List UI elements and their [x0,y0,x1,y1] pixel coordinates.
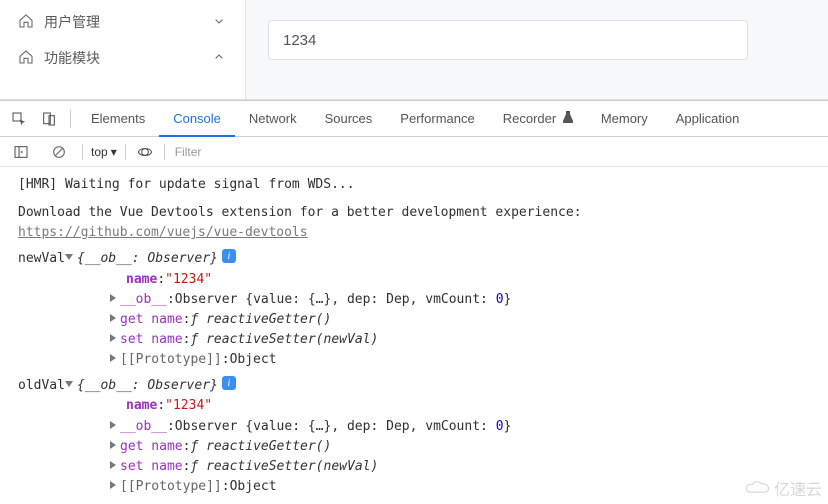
main-pane [245,0,828,99]
sidebar-item-users[interactable]: 用户管理 [0,4,245,40]
console-toolbar: top ▾ [0,137,828,167]
disclosure-triangle-icon[interactable] [110,354,116,362]
log-line: [HMR] Waiting for update signal from WDS… [18,175,810,195]
console-object: oldVal {__ob__: Observer}iname: "1234"__… [18,376,810,497]
object-property[interactable]: get name: ƒ reactiveGetter() [18,437,810,457]
tab-network[interactable]: Network [235,101,311,137]
object-header[interactable]: oldVal {__ob__: Observer}i [18,376,810,396]
sidebar-item-label: 功能模块 [44,48,211,68]
object-property[interactable]: [[Prototype]]: Object [18,477,810,497]
home-icon [18,49,34,68]
object-property[interactable]: set name: ƒ reactiveSetter(newVal) [18,457,810,477]
disclosure-triangle-icon[interactable] [110,314,116,322]
name-input[interactable] [268,20,748,60]
devtools-panel: Elements Console Network Sources Perform… [0,100,828,504]
sidebar-item-label: 用户管理 [44,12,211,32]
tab-elements[interactable]: Elements [77,101,159,137]
object-property[interactable]: __ob__: Observer {value: {…}, dep: Dep, … [18,290,810,310]
object-property[interactable]: get name: ƒ reactiveGetter() [18,310,810,330]
object-property[interactable]: name: "1234" [18,270,810,290]
object-property[interactable]: __ob__: Observer {value: {…}, dep: Dep, … [18,417,810,437]
devtools-tabbar: Elements Console Network Sources Perform… [0,101,828,137]
chevron-down-icon [211,13,227,32]
tab-label: Recorder [503,111,556,126]
separator [125,144,126,160]
device-toolbar-icon[interactable] [34,104,64,134]
context-selector[interactable]: top ▾ [91,145,117,159]
disclosure-triangle-icon[interactable] [110,334,116,342]
object-header[interactable]: newVal {__ob__: Observer}i [18,249,810,269]
console-sidebar-toggle-icon[interactable] [6,137,36,167]
tab-sources[interactable]: Sources [311,101,387,137]
disclosure-triangle-icon[interactable] [110,441,116,449]
tab-application[interactable]: Application [662,101,754,137]
tab-memory[interactable]: Memory [587,101,662,137]
tab-recorder[interactable]: Recorder [489,101,587,137]
sidebar-item-modules[interactable]: 功能模块 [0,40,245,76]
disclosure-triangle-icon[interactable] [110,294,116,302]
sidebar: 用户管理 功能模块 文章 / 空间 [0,0,245,99]
watermark: 亿速云 [744,476,822,500]
object-property[interactable]: set name: ƒ reactiveSetter(newVal) [18,330,810,350]
filter-input[interactable] [173,142,783,162]
object-property[interactable]: name: "1234" [18,396,810,416]
disclosure-triangle-icon[interactable] [110,421,116,429]
separator [70,110,71,128]
disclosure-triangle-icon[interactable] [110,481,116,489]
console-object: newVal {__ob__: Observer}iname: "1234"__… [18,249,810,370]
clear-console-icon[interactable] [44,137,74,167]
disclosure-triangle-icon[interactable] [110,461,116,469]
separator [82,144,83,160]
live-expression-icon[interactable] [134,137,156,167]
disclosure-triangle-icon[interactable] [65,381,73,387]
info-icon[interactable]: i [222,376,236,390]
caret-down-icon: ▾ [111,145,117,159]
tab-performance[interactable]: Performance [386,101,488,137]
context-label: top [91,145,108,159]
inspect-element-icon[interactable] [4,104,34,134]
console-output: [HMR] Waiting for update signal from WDS… [0,167,828,504]
log-line: Download the Vue Devtools extension for … [18,203,810,223]
info-icon[interactable]: i [222,249,236,263]
home-icon [18,13,34,32]
object-property[interactable]: [[Prototype]]: Object [18,350,810,370]
watermark-text: 亿速云 [774,476,822,500]
chevron-up-icon [211,49,227,68]
tab-console[interactable]: Console [159,101,235,137]
flask-icon [563,101,573,137]
devtools-link[interactable]: https://github.com/vuejs/vue-devtools [18,225,308,240]
disclosure-triangle-icon[interactable] [65,254,73,260]
separator [164,144,165,160]
